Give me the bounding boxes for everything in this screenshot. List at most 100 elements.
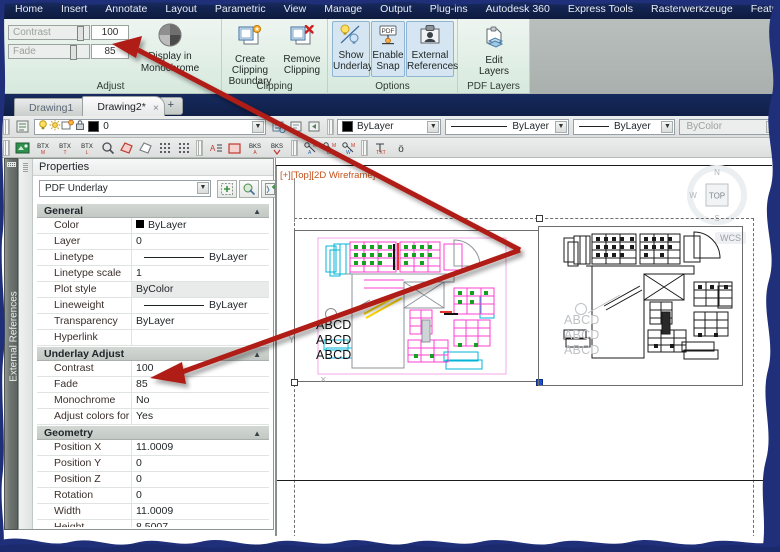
- property-row-transparency[interactable]: Transparency ByLayer: [37, 314, 269, 330]
- text-align-icon[interactable]: A: [207, 139, 224, 156]
- drawing-canvas[interactable]: [+][Top][2D Wireframe] TOP N W S WCS Y ×: [275, 158, 772, 536]
- property-group-geometry[interactable]: Geometry ▲: [37, 425, 269, 440]
- fade-slider-thumb[interactable]: [70, 44, 77, 60]
- grid-dots-icon[interactable]: [156, 139, 173, 156]
- property-row-fade[interactable]: Fade 85: [37, 377, 269, 393]
- sun-icon[interactable]: [49, 119, 61, 134]
- palette-grip-icon[interactable]: [23, 163, 28, 172]
- lineweight-combo[interactable]: ByLayer ▼: [573, 118, 676, 135]
- chevron-up-icon[interactable]: ▲: [253, 207, 261, 216]
- ribbon-tab-manage[interactable]: Manage: [315, 0, 371, 19]
- layer-combo[interactable]: 0 ▼: [34, 118, 266, 135]
- toolbar-grip[interactable]: [3, 118, 10, 135]
- btx-t-icon[interactable]: BTX T: [55, 139, 75, 156]
- property-row-position-y[interactable]: Position Y 0: [37, 456, 269, 472]
- property-value[interactable]: 0: [132, 234, 269, 249]
- o-icon[interactable]: ö: [392, 139, 409, 156]
- chevron-up-icon[interactable]: ▲: [253, 429, 261, 438]
- ribbon-tab-insert[interactable]: Insert: [52, 0, 96, 19]
- external-references-button[interactable]: External References: [406, 21, 458, 77]
- chevron-down-icon[interactable]: ▼: [427, 120, 440, 133]
- dock-grip-icon[interactable]: [7, 162, 16, 167]
- linetype-combo[interactable]: ByLayer ▼: [445, 118, 569, 135]
- ribbon-tab-view[interactable]: View: [275, 0, 316, 19]
- properties-toolbar-grip[interactable]: [327, 118, 334, 135]
- make-object-layer-current-icon[interactable]: [288, 118, 304, 135]
- show-underlay-button[interactable]: Show Underlay: [332, 21, 373, 77]
- contrast-slider-thumb[interactable]: [77, 25, 84, 41]
- properties-palette-sidebar[interactable]: [19, 159, 33, 529]
- red-polygon-icon[interactable]: [118, 139, 135, 156]
- property-row-adjust-colors[interactable]: Adjust colors for back... Yes: [37, 409, 269, 436]
- property-value[interactable]: 0: [132, 472, 269, 487]
- ribbon-tab-parametric[interactable]: Parametric: [206, 0, 275, 19]
- chevron-down-icon[interactable]: ▼: [555, 120, 567, 133]
- select-objects-icon[interactable]: [239, 180, 259, 198]
- btx-m-icon[interactable]: BTX M: [33, 139, 53, 156]
- create-clipping-boundary-button[interactable]: Create Clipping Boundary: [222, 22, 278, 87]
- property-group-underlay-adjust[interactable]: Underlay Adjust ▲: [37, 346, 269, 361]
- txt-icon[interactable]: TXT: [372, 139, 390, 156]
- express-tools-icon[interactable]: [14, 139, 31, 156]
- property-value[interactable]: 8.5007: [132, 520, 269, 527]
- property-row-color[interactable]: Color ByLayer: [37, 218, 269, 234]
- remove-clipping-button[interactable]: Remove Clipping: [278, 22, 326, 76]
- toolbar-grip[interactable]: [196, 139, 203, 156]
- file-tab-drawing2[interactable]: Drawing2* ×: [82, 96, 165, 119]
- property-value[interactable]: No: [132, 393, 269, 408]
- gray-polygon-icon[interactable]: [137, 139, 154, 156]
- ucs-b-icon[interactable]: MB: [321, 139, 338, 156]
- property-row-rotation[interactable]: Rotation 0: [37, 488, 269, 504]
- ribbon-tab-express-tools[interactable]: Express Tools: [559, 0, 642, 19]
- chevron-down-icon[interactable]: ▼: [765, 120, 778, 133]
- viewcube[interactable]: TOP N W S: [686, 164, 748, 226]
- property-value[interactable]: ByLayer: [132, 250, 269, 265]
- property-value[interactable]: Yes: [132, 409, 269, 424]
- quick-select-icon[interactable]: [217, 180, 237, 198]
- property-value[interactable]: 11.0009: [132, 440, 269, 455]
- property-row-monochrome[interactable]: Monochrome No: [37, 393, 269, 409]
- fade-slider-row[interactable]: Fade 85: [8, 43, 129, 60]
- object-type-selector[interactable]: PDF Underlay ▼: [39, 180, 211, 197]
- property-value[interactable]: 1: [132, 266, 269, 281]
- block-red-icon[interactable]: [226, 139, 243, 156]
- ucs-w-icon[interactable]: MW: [340, 139, 357, 156]
- property-row-position-x[interactable]: Position X 11.0009: [37, 440, 269, 456]
- chevron-down-icon[interactable]: ▼: [197, 182, 209, 194]
- chevron-down-icon[interactable]: ▼: [661, 120, 674, 133]
- ribbon-tab-autodesk360[interactable]: Autodesk 360: [477, 0, 559, 19]
- layer-properties-icon[interactable]: [270, 118, 286, 135]
- property-value[interactable]: 0: [132, 488, 269, 503]
- btx-l-icon[interactable]: BTX L: [77, 139, 97, 156]
- property-value[interactable]: 11.0009: [132, 504, 269, 519]
- contrast-slider[interactable]: Contrast: [8, 24, 90, 41]
- lock-icon[interactable]: [74, 119, 86, 134]
- property-row-lineweight[interactable]: Lineweight ByLayer: [37, 298, 269, 314]
- lightbulb-on-icon[interactable]: [37, 119, 49, 134]
- property-value[interactable]: [132, 330, 269, 345]
- toolbar-grip[interactable]: [3, 139, 10, 156]
- layer-previous-icon[interactable]: [307, 118, 323, 135]
- ribbon-tab-home[interactable]: Home: [6, 0, 52, 19]
- grip-bottom-left[interactable]: [291, 379, 298, 386]
- property-value[interactable]: ByLayer: [132, 218, 269, 233]
- property-value[interactable]: ByLayer: [132, 314, 269, 329]
- ribbon-tab-plugins[interactable]: Plug-ins: [421, 0, 477, 19]
- property-value[interactable]: 85: [132, 377, 269, 392]
- toolbar-grip[interactable]: [361, 139, 368, 156]
- property-row-position-z[interactable]: Position Z 0: [37, 472, 269, 488]
- property-row-width[interactable]: Width 11.0009: [37, 504, 269, 520]
- fade-slider[interactable]: Fade: [8, 43, 90, 60]
- edit-layers-button[interactable]: Edit Layers: [465, 23, 523, 77]
- toolbar-grip[interactable]: [291, 139, 298, 156]
- bks-a-icon[interactable]: BKS A: [245, 139, 265, 156]
- ribbon-tab-featured-apps[interactable]: Featured Apps: [742, 0, 780, 19]
- property-row-layer[interactable]: Layer 0: [37, 234, 269, 250]
- ribbon-tab-rasterwerkzeuge[interactable]: Rasterwerkzeuge: [642, 0, 742, 19]
- property-value[interactable]: 0: [132, 456, 269, 471]
- close-icon[interactable]: ×: [153, 99, 159, 119]
- color-combo[interactable]: ByLayer ▼: [336, 118, 442, 135]
- layer-state-icon[interactable]: [14, 118, 30, 135]
- bks-v-icon[interactable]: BKS: [267, 139, 287, 156]
- file-tab-drawing1[interactable]: Drawing1: [14, 98, 93, 116]
